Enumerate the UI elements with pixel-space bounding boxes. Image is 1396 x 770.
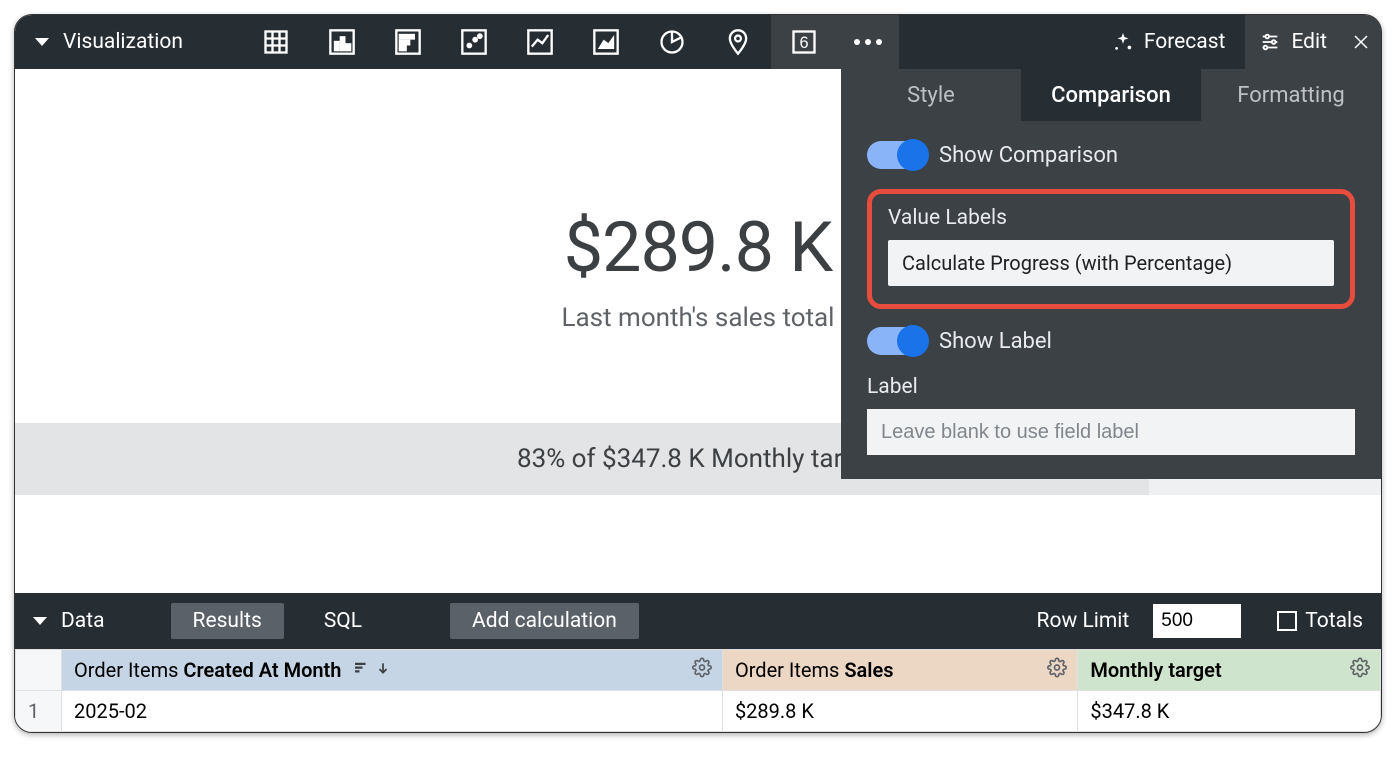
- show-label-label: Show Label: [939, 329, 1052, 354]
- column-name: Monthly target: [1090, 658, 1221, 682]
- edit-panel: Style Comparison Formatting Show Compari…: [841, 69, 1381, 479]
- row-limit-label: Row Limit: [1037, 609, 1130, 633]
- close-icon: [1352, 33, 1370, 51]
- column-gear-button[interactable]: [1047, 658, 1067, 683]
- totals-label: Totals: [1305, 609, 1363, 633]
- tab-formatting[interactable]: Formatting: [1201, 69, 1381, 121]
- row-limit-input[interactable]: [1153, 604, 1241, 638]
- column-gear-button[interactable]: [692, 658, 712, 683]
- cell-target[interactable]: $347.8 K: [1078, 691, 1381, 732]
- more-viz-types-button[interactable]: [837, 15, 899, 69]
- add-calculation-button[interactable]: Add calculation: [450, 603, 639, 639]
- value-labels-label: Value Labels: [888, 206, 1334, 230]
- edit-label: Edit: [1291, 30, 1327, 54]
- progress-text: 83% of $347.8 K Monthly target: [517, 444, 879, 474]
- column-header-sales[interactable]: Order Items Sales: [722, 650, 1077, 691]
- gear-icon: [1350, 658, 1370, 678]
- row-number: 1: [16, 691, 62, 732]
- sliders-icon: [1259, 31, 1281, 53]
- column-chart-icon[interactable]: [309, 15, 375, 69]
- forecast-label: Forecast: [1144, 30, 1226, 54]
- column-gear-button[interactable]: [1350, 658, 1370, 683]
- cell-month[interactable]: 2025-02: [62, 691, 723, 732]
- rownum-header: [16, 650, 62, 691]
- value-labels-selected: Calculate Progress (with Percentage): [902, 251, 1232, 275]
- visualization-collapse[interactable]: Visualization: [15, 30, 183, 54]
- area-chart-icon[interactable]: [573, 15, 639, 69]
- column-name: Sales: [844, 658, 893, 682]
- column-name: Created At Month: [183, 658, 341, 682]
- single-value-number: $289.8 K: [564, 207, 832, 289]
- line-chart-icon[interactable]: [507, 15, 573, 69]
- sql-tab[interactable]: SQL: [302, 603, 384, 639]
- column-header-created-at-month[interactable]: Order Items Created At Month: [62, 650, 723, 691]
- forecast-sparkle-icon: [1112, 31, 1134, 53]
- caret-down-icon: [33, 617, 47, 625]
- show-comparison-label: Show Comparison: [939, 143, 1118, 168]
- show-label-toggle[interactable]: [867, 327, 927, 355]
- value-labels-highlight: Value Labels Calculate Progress (with Pe…: [867, 189, 1355, 309]
- data-title: Data: [61, 609, 105, 633]
- column-header-monthly-target[interactable]: Monthly target: [1078, 650, 1381, 691]
- gear-icon: [1047, 658, 1067, 678]
- single-value-subtitle: Last month's sales total: [562, 303, 835, 333]
- forecast-button[interactable]: Forecast: [1092, 15, 1246, 69]
- visualization-title: Visualization: [63, 30, 183, 54]
- label-field-label: Label: [867, 375, 1355, 399]
- table-viz-icon[interactable]: [243, 15, 309, 69]
- totals-checkbox[interactable]: [1277, 611, 1297, 631]
- show-comparison-toggle[interactable]: [867, 141, 927, 169]
- edit-button[interactable]: Edit: [1245, 15, 1341, 69]
- bar-chart-icon[interactable]: [375, 15, 441, 69]
- visualization-toolbar: Visualization: [15, 15, 1381, 69]
- scatter-chart-icon[interactable]: [441, 15, 507, 69]
- map-viz-icon[interactable]: [705, 15, 771, 69]
- main-content-row: $289.8 K Last month's sales total 83% of…: [15, 69, 1381, 593]
- cell-sales[interactable]: $289.8 K: [722, 691, 1077, 732]
- data-collapse[interactable]: Data: [33, 609, 105, 633]
- app-frame: Visualization: [14, 14, 1382, 733]
- pie-chart-icon[interactable]: [639, 15, 705, 69]
- results-table: Order Items Created At Month Order Items…: [15, 649, 1381, 732]
- column-prefix: Order Items: [735, 658, 844, 682]
- sort-indicator[interactable]: [352, 659, 390, 677]
- tab-style[interactable]: Style: [841, 69, 1021, 121]
- single-value-viz-icon[interactable]: 6: [771, 15, 837, 69]
- tab-comparison[interactable]: Comparison: [1021, 69, 1201, 121]
- ellipsis-icon: [854, 39, 882, 45]
- edit-panel-tabs: Style Comparison Formatting: [841, 69, 1381, 121]
- gear-icon: [692, 658, 712, 678]
- svg-text:6: 6: [799, 34, 808, 52]
- label-input[interactable]: [867, 409, 1355, 455]
- data-toolbar: Data Results SQL Add calculation Row Lim…: [15, 593, 1381, 649]
- value-labels-select[interactable]: Calculate Progress (with Percentage): [888, 240, 1334, 286]
- column-prefix: Order Items: [74, 658, 183, 682]
- results-tab[interactable]: Results: [171, 603, 284, 639]
- sort-bars-icon: [352, 659, 370, 677]
- table-row: 1 2025-02 $289.8 K $347.8 K: [16, 691, 1381, 732]
- close-edit-button[interactable]: [1341, 15, 1381, 69]
- caret-down-icon: [35, 38, 49, 46]
- arrow-down-icon: [376, 661, 390, 675]
- viz-type-icons: 6: [243, 15, 899, 69]
